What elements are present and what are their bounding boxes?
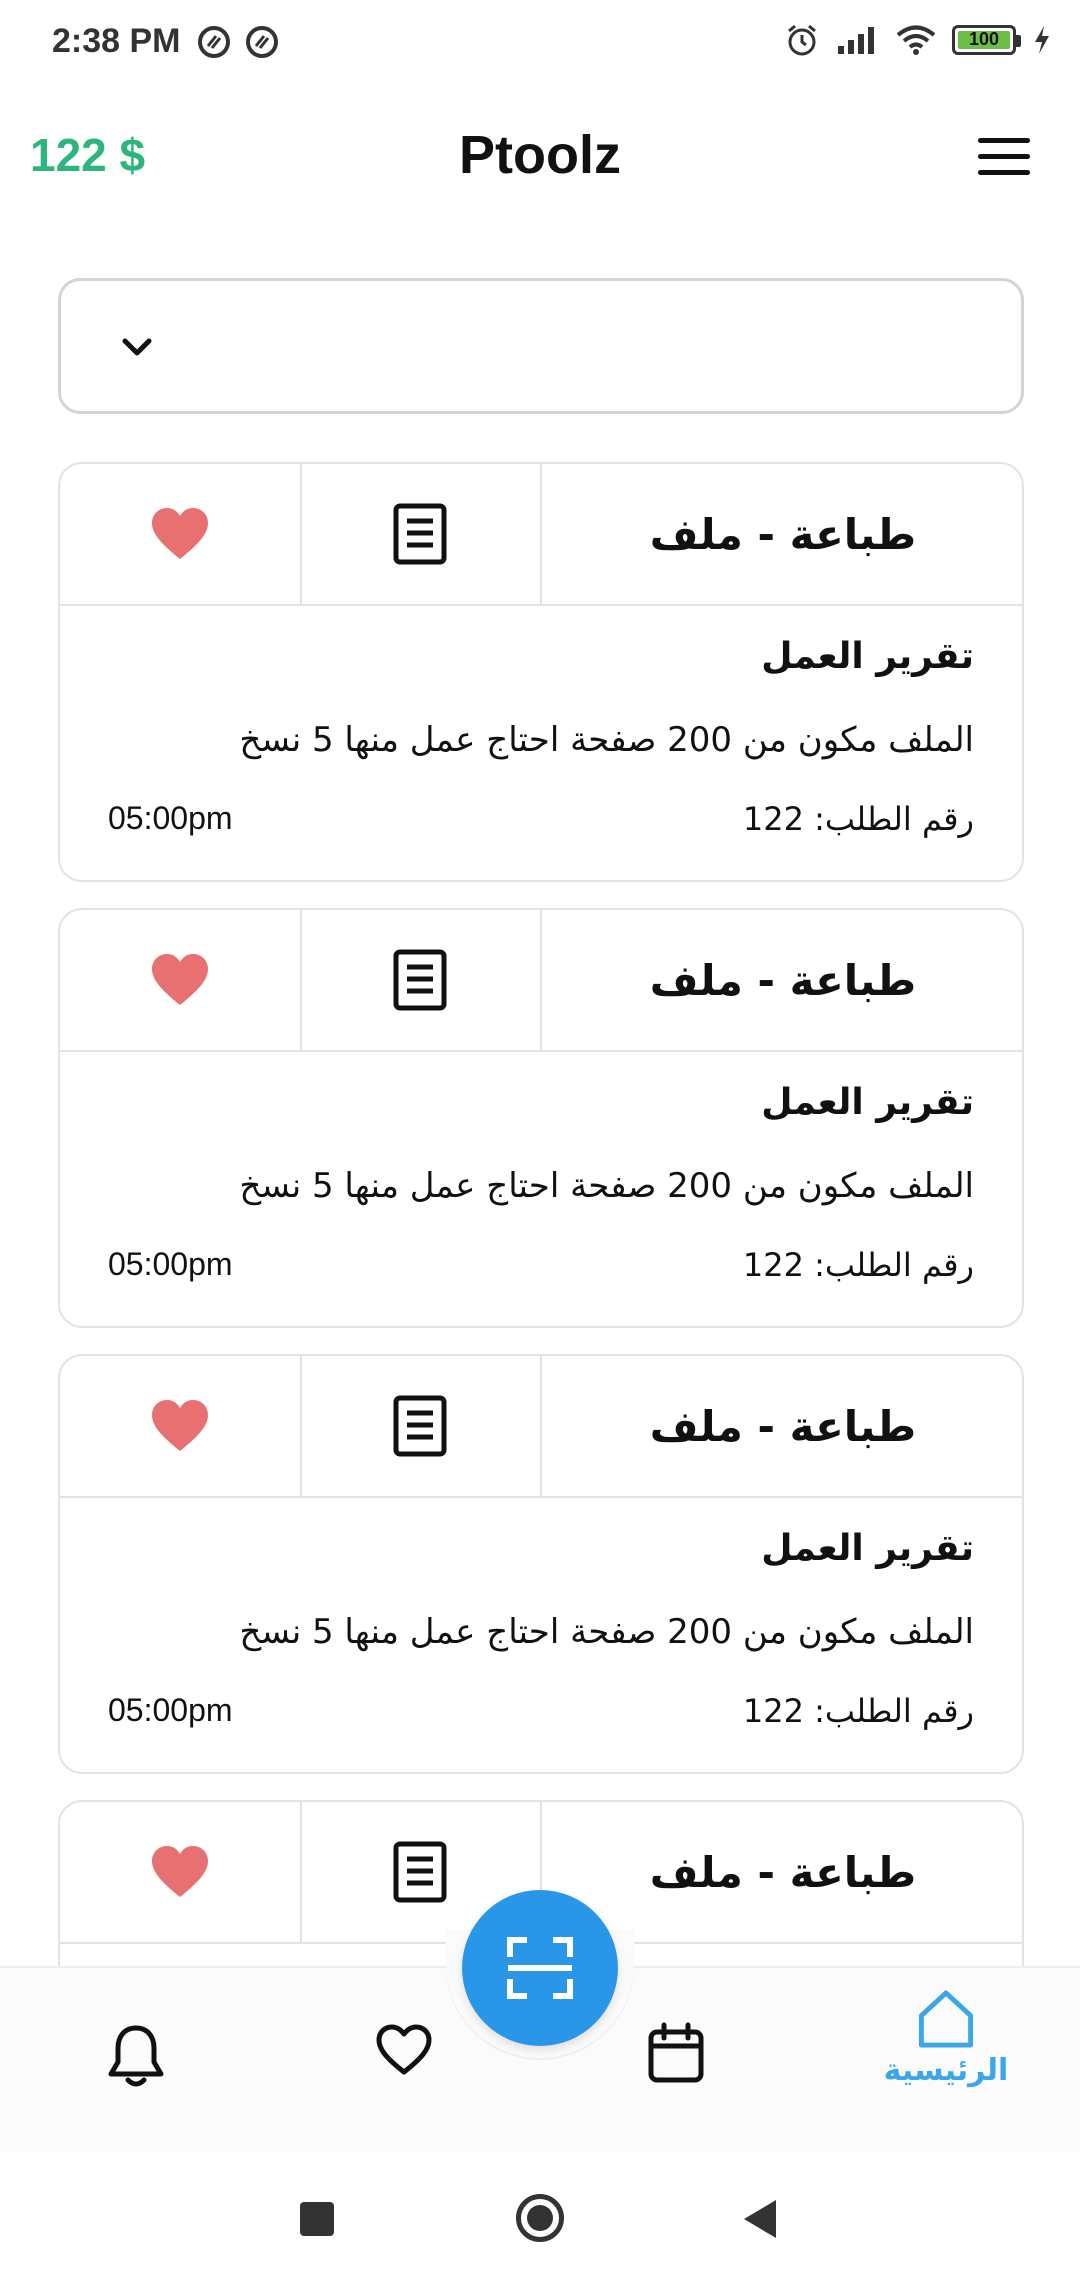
nav-favorites[interactable] (344, 2022, 464, 2122)
home-icon (918, 1990, 974, 2048)
recents-button[interactable] (300, 2202, 334, 2236)
document-icon (393, 949, 447, 1011)
favorite-button[interactable] (60, 1356, 302, 1496)
card-description: الملف مكون من 200 صفحة احتاج عمل منها 5 … (239, 1612, 974, 1652)
nav-notifications[interactable] (76, 2022, 196, 2122)
nav-home-label: الرئيسية (883, 2053, 1009, 2088)
app-header: 122 $ Ptoolz (0, 110, 1080, 210)
status-bar: 2:38 PM 100 (0, 0, 1080, 88)
card-header: طباعة - ملف (60, 910, 1022, 1052)
battery-level: 100 (968, 29, 1000, 49)
order-card[interactable]: طباعة - ملف تقرير العمل الملف مكون من 20… (58, 908, 1024, 1328)
status-right-icons: 100 (784, 22, 1052, 58)
status-left-icons (196, 24, 280, 60)
document-button[interactable] (300, 910, 542, 1050)
app-title: Ptoolz (459, 125, 621, 185)
status-time: 2:38 PM (52, 22, 181, 60)
document-icon (393, 1395, 447, 1457)
card-type-cell: طباعة - ملف (540, 1356, 1022, 1496)
home-system-button[interactable] (516, 2194, 564, 2242)
chevron-down-icon (122, 338, 152, 356)
menu-button[interactable] (978, 138, 1030, 178)
bell-icon (108, 2025, 164, 2087)
card-body: تقرير العمل الملف مكون من 200 صفحة احتاج… (108, 1496, 974, 1772)
menu-icon (978, 138, 1030, 143)
card-title: تقرير العمل (761, 1528, 974, 1569)
order-number: رقم الطلب: 122 (742, 1246, 974, 1284)
card-type: طباعة - ملف (649, 509, 917, 559)
card-body: تقرير العمل الملف مكون من 200 صفحة احتاج… (108, 1050, 974, 1326)
battery-icon: 100 (952, 25, 1021, 55)
wifi-icon (896, 25, 936, 55)
heart-outline-icon (376, 2024, 432, 2075)
document-icon (393, 1841, 447, 1903)
card-type-cell: طباعة - ملف (540, 910, 1022, 1050)
signal-icon (838, 27, 874, 54)
card-body: تقرير العمل الملف مكون من 200 صفحة احتاج… (108, 604, 974, 880)
heart-icon (152, 508, 208, 559)
system-nav-bar (0, 2152, 1080, 2280)
order-card[interactable]: طباعة - ملف تقرير العمل الملف مكون من 20… (58, 1354, 1024, 1774)
order-card[interactable]: طباعة - ملف تقرير العمل الملف مكون من 20… (58, 462, 1024, 882)
scan-icon (507, 1937, 573, 1999)
document-button[interactable] (300, 1356, 542, 1496)
card-title: تقرير العمل (761, 636, 974, 677)
card-description: الملف مكون من 200 صفحة احتاج عمل منها 5 … (239, 720, 974, 760)
back-button[interactable] (744, 2200, 776, 2238)
card-header: طباعة - ملف (60, 464, 1022, 606)
favorite-button[interactable] (60, 1802, 302, 1942)
document-icon (393, 503, 447, 565)
card-title: تقرير العمل (761, 1082, 974, 1123)
order-number: رقم الطلب: 122 (742, 1692, 974, 1730)
charging-icon (1035, 26, 1049, 54)
card-header: طباعة - ملف (60, 1356, 1022, 1498)
nav-calendar[interactable] (616, 2022, 736, 2122)
heart-icon (152, 954, 208, 1005)
document-button[interactable] (300, 464, 542, 604)
favorite-button[interactable] (60, 910, 302, 1050)
alarm-icon (788, 24, 816, 56)
card-type-cell: طباعة - ملف (540, 1802, 1022, 1942)
card-type: طباعة - ملف (649, 1401, 917, 1451)
notification-icon (198, 26, 230, 58)
nav-home[interactable]: الرئيسية (883, 1988, 1009, 2088)
card-type: طباعة - ملف (649, 955, 917, 1005)
calendar-icon (648, 2022, 704, 2083)
heart-icon (152, 1846, 208, 1897)
card-type: طباعة - ملف (649, 1847, 917, 1897)
heart-icon (152, 1400, 208, 1451)
card-type-cell: طباعة - ملف (540, 464, 1022, 604)
card-description: الملف مكون من 200 صفحة احتاج عمل منها 5 … (239, 1166, 974, 1206)
order-time: 05:00pm (108, 1246, 233, 1282)
notification-icon (246, 26, 278, 58)
order-number: رقم الطلب: 122 (742, 800, 974, 838)
order-time: 05:00pm (108, 800, 233, 836)
filter-dropdown[interactable] (58, 278, 1024, 414)
scan-button[interactable] (462, 1890, 618, 2046)
favorite-button[interactable] (60, 464, 302, 604)
order-time: 05:00pm (108, 1692, 233, 1728)
